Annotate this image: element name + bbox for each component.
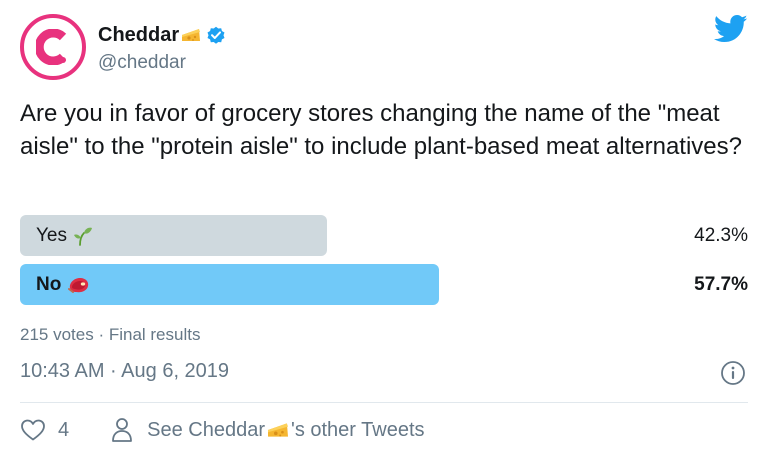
poll-option-no: No 57.7% (20, 264, 748, 305)
see-other-tweets-link[interactable]: See Cheddar 's other Tweets (111, 417, 425, 443)
heart-icon (21, 419, 45, 441)
display-name[interactable]: Cheddar (98, 24, 179, 47)
poll-summary: 215 votes · Final results (20, 325, 201, 344)
cheese-icon (182, 29, 201, 41)
meat-icon (68, 277, 89, 293)
author-block[interactable]: Cheddar @cheddar (98, 22, 226, 74)
cheddar-logo-icon (36, 29, 67, 65)
poll-percent: 42.3% (694, 225, 748, 246)
poll-option-text: No (36, 274, 62, 295)
other-tweets-suffix: 's other Tweets (291, 418, 425, 441)
other-tweets-prefix: See Cheddar (147, 418, 265, 441)
info-icon[interactable] (720, 360, 746, 386)
handle[interactable]: @cheddar (98, 52, 226, 74)
tweet-text: Are you in favor of grocery stores chang… (20, 100, 742, 160)
like-button[interactable]: 4 (20, 418, 69, 442)
poll-option-label: No (36, 264, 91, 305)
avatar[interactable] (20, 14, 86, 80)
twitter-logo-icon[interactable] (714, 14, 748, 44)
person-icon (112, 418, 133, 442)
poll-percent: 57.7% (694, 274, 748, 295)
poll-option-text: Yes (36, 225, 67, 246)
tweet-footer: 4 See Cheddar 's other Tweets (20, 412, 425, 448)
like-count: 4 (58, 418, 70, 441)
poll-option-yes: Yes 42.3% (20, 215, 748, 256)
tweet-timestamp[interactable]: 10:43 AM · Aug 6, 2019 (20, 360, 229, 383)
divider (20, 402, 748, 403)
cheese-icon (268, 423, 288, 437)
tweet-header: Cheddar @cheddar (20, 14, 748, 82)
seedling-icon (74, 227, 92, 246)
poll-option-label: Yes (36, 215, 93, 256)
verified-badge-icon (207, 26, 225, 44)
